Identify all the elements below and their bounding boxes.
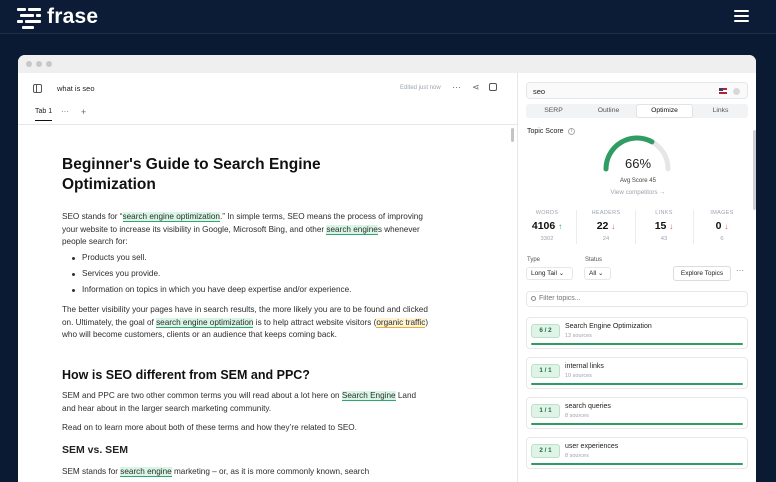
paragraph: The better visibility your pages have in… <box>62 305 429 340</box>
topic-score-label: Topic Score <box>527 128 564 135</box>
content-metrics: WORDS 4106 ↑ 3302 HEADERS 22 ↓ 24 LINKS … <box>518 208 756 248</box>
app-window: what is seo Edited just now ··· ⋖ Tab 1 … <box>18 55 756 482</box>
document-editor: what is seo Edited just now ··· ⋖ Tab 1 … <box>18 73 517 482</box>
topic-usage-badge: 2 / 1 <box>531 444 560 458</box>
query-search-field[interactable]: seo <box>526 82 748 99</box>
keyword-highlight-warning[interactable]: organic traffic <box>376 317 426 328</box>
topic-progress-bar <box>531 382 743 385</box>
panel-scrollbar[interactable] <box>753 130 756 210</box>
tab-links[interactable]: Links <box>693 104 748 118</box>
topic-name: Search Engine Optimization <box>565 323 652 330</box>
trend-down-icon: ↓ <box>724 222 729 231</box>
share-icon[interactable]: ⋖ <box>472 82 480 93</box>
paragraph: Read on to learn more about both of thes… <box>62 423 357 432</box>
sidebar-toggle-icon[interactable] <box>33 84 42 93</box>
frase-logo[interactable]: frase <box>17 5 98 29</box>
metric-images: IMAGES 0 ↓ 6 <box>710 210 734 242</box>
topic-usage-badge: 6 / 2 <box>531 324 560 338</box>
heading-1: Beginner's Guide to Search Engine Optimi… <box>62 156 321 193</box>
topic-sources: 8 sources <box>565 453 589 459</box>
heading-2: How is SEO different from SEM and PPC? <box>62 368 310 382</box>
topic-usage-badge: 1 / 1 <box>531 404 560 418</box>
keyword-highlight[interactable]: search engine <box>326 224 378 235</box>
topic-card[interactable]: 6 / 2 Search Engine Optimization 13 source… <box>526 317 748 349</box>
filter-topics-input[interactable] <box>539 295 739 302</box>
topic-name: user experiences <box>565 443 619 450</box>
window-dot-icon <box>26 61 32 67</box>
tab-optimize[interactable]: Optimize <box>636 104 693 118</box>
optimize-panel: seo SERP Outline Optimize Links Topic Sc… <box>518 73 756 482</box>
heading-3: SEM vs. SEM <box>62 444 128 456</box>
topic-progress-bar <box>531 462 743 465</box>
keyword-highlight[interactable]: search engine optimization <box>122 212 220 222</box>
panel-tabs: SERP Outline Optimize Links <box>526 104 748 118</box>
status-label: Status <box>585 257 603 263</box>
window-dot-icon <box>46 61 52 67</box>
keyword-highlight[interactable]: search engine <box>120 467 172 477</box>
keyword-highlight[interactable]: Search Engine <box>341 391 396 401</box>
keyword-highlight[interactable]: search engine optimization <box>156 317 254 328</box>
more-options-icon[interactable]: ··· <box>452 82 461 92</box>
topic-card[interactable]: 2 / 1 user experiences 8 sources <box>526 437 748 469</box>
paragraph: SEM and PPC are two other common terms y… <box>62 391 417 413</box>
view-competitors-link[interactable]: View competitors → <box>600 189 676 196</box>
document-title[interactable]: what is seo <box>57 84 95 93</box>
topic-name: internal links <box>565 363 604 370</box>
logo-mark-icon <box>17 6 41 29</box>
topic-sources: 8 sources <box>565 413 589 419</box>
tab-outline[interactable]: Outline <box>581 104 636 118</box>
tab-options-icon[interactable]: ··· <box>61 107 69 116</box>
paragraph: SEO stands for “search engine optimizati… <box>62 212 423 247</box>
editor-header: what is seo Edited just now ··· ⋖ <box>18 73 517 107</box>
us-flag-icon[interactable] <box>719 88 727 94</box>
topic-sources: 13 sources <box>565 333 592 339</box>
avg-score: Avg Score 45 <box>620 178 656 184</box>
metric-links: LINKS 15 ↓ 43 <box>654 210 674 242</box>
list-item: Products you sell. <box>62 252 432 265</box>
topic-progress-bar <box>531 422 743 425</box>
top-navbar: frase <box>0 0 776 34</box>
filter-topics-field[interactable] <box>526 291 748 307</box>
topic-progress-bar <box>531 342 743 345</box>
trend-down-icon: ↓ <box>669 222 674 231</box>
trend-up-icon: ↑ <box>558 222 563 231</box>
list-item: Services you provide. <box>62 268 432 281</box>
save-status: Edited just now <box>400 85 441 91</box>
topic-card[interactable]: 1 / 1 search queries 8 sources <box>526 397 748 429</box>
type-select[interactable]: Long Tail ⌄ <box>526 267 573 280</box>
more-options-icon[interactable]: ··· <box>736 266 744 275</box>
type-label: Type <box>527 257 541 263</box>
topic-card[interactable]: 1 / 1 internal links 10 sources <box>526 357 748 389</box>
paragraph: SEM stands for search engine marketing –… <box>62 467 370 477</box>
trend-down-icon: ↓ <box>611 222 616 231</box>
tab-1[interactable]: Tab 1 <box>35 108 53 121</box>
topic-score-value: 66% <box>624 156 652 171</box>
tab-serp[interactable]: SERP <box>526 104 581 118</box>
query-text: seo <box>533 87 546 96</box>
topic-usage-badge: 1 / 1 <box>531 364 560 378</box>
window-dot-icon <box>36 61 42 67</box>
metric-words: WORDS 4106 ↑ 3302 <box>531 210 563 242</box>
document-tabs: Tab 1 ··· + <box>18 107 517 125</box>
panel-toggle-icon[interactable] <box>489 83 497 91</box>
info-icon[interactable]: i <box>568 128 575 135</box>
add-tab-button[interactable]: + <box>81 107 86 117</box>
explore-topics-button[interactable]: Explore Topics <box>673 266 731 281</box>
metric-headers: HEADERS 22 ↓ 24 <box>591 210 621 242</box>
editor-scrollbar[interactable] <box>511 128 514 142</box>
brand-name: frase <box>47 5 99 28</box>
hamburger-menu-icon[interactable] <box>734 10 749 23</box>
status-select[interactable]: All ⌄ <box>584 267 611 280</box>
topic-name: search queries <box>565 403 611 410</box>
list-item: Information on topics in which you have … <box>62 284 432 297</box>
window-chrome <box>18 55 756 73</box>
topic-sources: 10 sources <box>565 373 592 379</box>
status-dot-icon <box>733 88 740 95</box>
search-icon <box>531 296 536 301</box>
